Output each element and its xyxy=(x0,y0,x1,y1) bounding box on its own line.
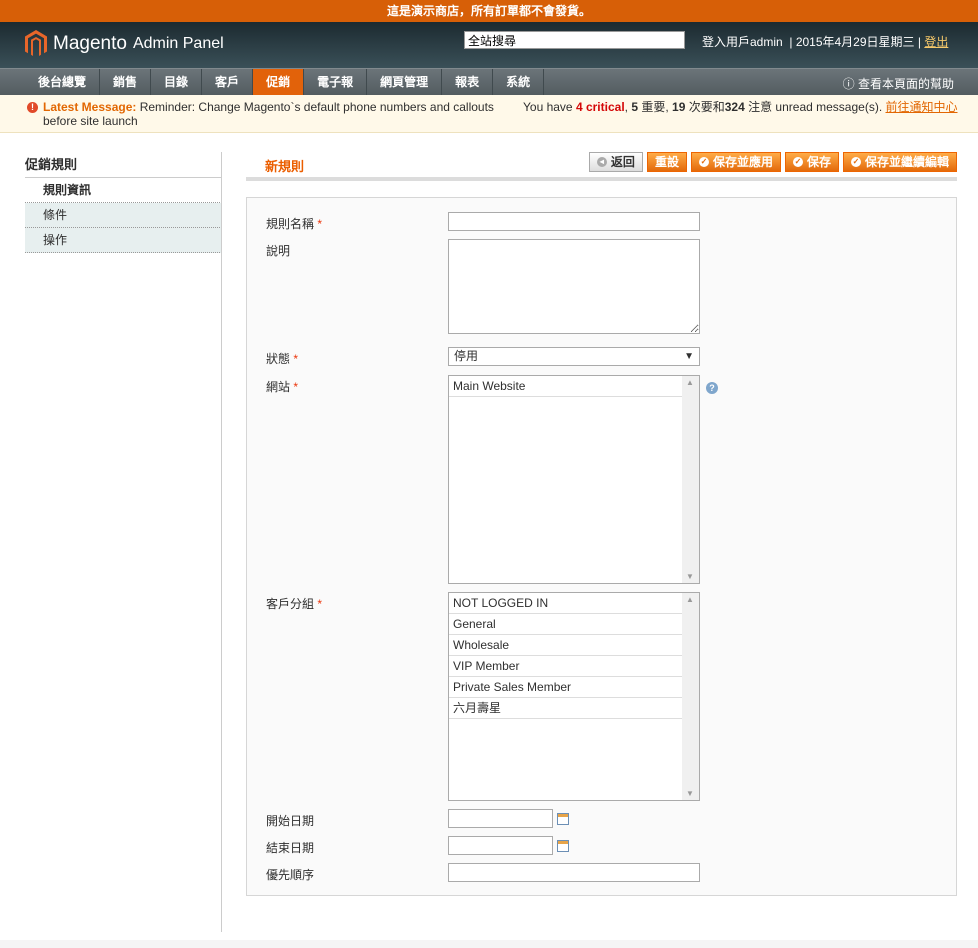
website-multiselect[interactable]: Main Website ▲ ▼ xyxy=(448,375,700,584)
magento-logo-icon xyxy=(25,30,47,56)
page-title: 新規則 xyxy=(265,159,305,174)
group-option[interactable]: Private Sales Member xyxy=(449,677,682,698)
user-info: 登入用戶admin | 2015年4月29日星期三 | 登出 xyxy=(702,35,949,49)
scrollbar[interactable]: ▲ ▼ xyxy=(682,593,699,800)
nav-promotions[interactable]: 促銷 xyxy=(253,69,305,95)
help-icon: ⓘ xyxy=(842,77,855,91)
check-icon: ✓ xyxy=(792,157,803,167)
page-header: 新規則 ◂ 返回 重設 ✓ 保存並應用 ✓ 保存 ✓ 保存並繼續編輯 xyxy=(246,152,957,181)
rule-name-input[interactable] xyxy=(448,212,700,231)
help-icon[interactable]: ? xyxy=(706,382,718,394)
chevron-down-icon: ▼ xyxy=(684,351,694,362)
sidebar-tab-rule-info[interactable]: 規則資訊 xyxy=(25,178,222,203)
group-option[interactable]: 六月壽星 xyxy=(449,698,682,719)
help-link[interactable]: ⓘ 查看本頁面的幫助 xyxy=(843,75,954,92)
name-label: 規則名稱 * xyxy=(266,217,323,231)
sidebar-tab-conditions[interactable]: 條件 xyxy=(25,203,222,228)
global-search-input[interactable] xyxy=(464,31,685,49)
back-button[interactable]: ◂ 返回 xyxy=(588,152,643,172)
save-button[interactable]: ✓ 保存 xyxy=(784,152,839,172)
notification-center-link[interactable]: 前往通知中心 xyxy=(886,100,958,114)
from-date-label: 開始日期 xyxy=(266,814,315,828)
save-apply-button[interactable]: ✓ 保存並應用 xyxy=(690,152,781,172)
group-option[interactable]: VIP Member xyxy=(449,656,682,677)
system-message: ! Latest Message: Reminder: Change Magen… xyxy=(0,95,978,133)
sidebar-tab-actions[interactable]: 操作 xyxy=(25,228,222,253)
header: MagentoAdmin Panel 登入用戶admin | 2015年4月29… xyxy=(0,22,978,68)
message-summary: You have 4 critical, 5 重要, 19 次要和324 注意 … xyxy=(523,100,958,114)
save-continue-button[interactable]: ✓ 保存並繼續編輯 xyxy=(842,152,957,172)
priority-label: 優先順序 xyxy=(266,868,315,882)
calendar-icon[interactable] xyxy=(557,840,569,852)
customer-group-multiselect[interactable]: NOT LOGGED IN General Wholesale VIP Memb… xyxy=(448,592,700,801)
from-date-input[interactable] xyxy=(448,809,553,828)
check-icon: ✓ xyxy=(850,157,861,167)
back-icon: ◂ xyxy=(596,157,607,167)
nav-reports[interactable]: 報表 xyxy=(442,69,494,95)
nav-system[interactable]: 系統 xyxy=(493,69,545,95)
to-date-input[interactable] xyxy=(448,836,553,855)
group-option[interactable]: General xyxy=(449,614,682,635)
group-option[interactable]: NOT LOGGED IN xyxy=(449,593,682,614)
alert-icon: ! xyxy=(27,102,38,113)
sidebar-title: 促銷規則 xyxy=(25,152,222,178)
group-option[interactable]: Wholesale xyxy=(449,635,682,656)
reset-button[interactable]: 重設 xyxy=(646,152,687,172)
priority-input[interactable] xyxy=(448,863,700,882)
nav-catalog[interactable]: 目錄 xyxy=(151,69,203,95)
nav-customers[interactable]: 客戶 xyxy=(202,69,254,95)
logo[interactable]: Magento Admin Panel xyxy=(25,30,224,58)
main-nav: 後台總覽 銷售 目錄 客戶 促銷 電子報 網頁管理 報表 系統 ⓘ 查看本頁面的… xyxy=(0,68,978,95)
website-label: 網站 * xyxy=(266,380,299,394)
nav-dashboard[interactable]: 後台總覽 xyxy=(25,69,101,95)
logout-link[interactable]: 登出 xyxy=(924,35,948,49)
nav-cms[interactable]: 網頁管理 xyxy=(367,69,443,95)
check-icon: ✓ xyxy=(698,157,709,167)
demo-notice: 這是演示商店，所有訂單都不會發貨。 xyxy=(0,0,978,22)
description-label: 說明 xyxy=(266,244,291,258)
nav-sales[interactable]: 銷售 xyxy=(100,69,152,95)
footer xyxy=(0,940,978,948)
rule-form: 規則名稱 * 說明 狀態 * 停用 ▼ 網站 * Main Website ▲ ▼ … xyxy=(246,197,957,896)
customer-group-label: 客戶分組 * xyxy=(266,597,323,611)
website-option[interactable]: Main Website xyxy=(449,376,682,397)
divider xyxy=(221,178,222,932)
to-date-label: 結束日期 xyxy=(266,841,315,855)
description-textarea[interactable] xyxy=(448,239,700,334)
calendar-icon[interactable] xyxy=(557,813,569,825)
scrollbar[interactable]: ▲ ▼ xyxy=(682,376,699,583)
status-label: 狀態 * xyxy=(266,352,299,366)
sidebar: 促銷規則 規則資訊 條件 操作 xyxy=(25,152,222,253)
status-select[interactable]: 停用 ▼ xyxy=(448,347,700,366)
nav-newsletter[interactable]: 電子報 xyxy=(304,69,368,95)
